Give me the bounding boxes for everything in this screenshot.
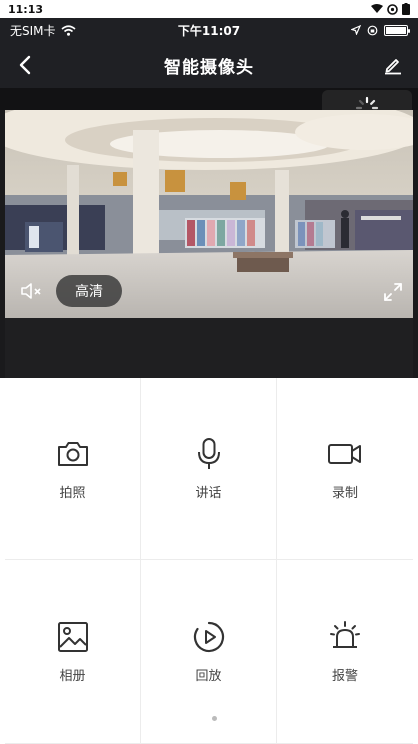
system-time: 11:13 (8, 2, 44, 16)
action-label: 报警 (331, 669, 358, 684)
microphone-icon (191, 436, 227, 472)
action-playback[interactable]: 回放 (141, 560, 277, 744)
mute-button[interactable] (14, 275, 50, 307)
speaker-muted-icon (21, 283, 41, 299)
wifi-icon (371, 4, 383, 13)
fullscreen-button[interactable] (378, 277, 408, 307)
edit-icon (385, 59, 401, 75)
quality-toggle-button[interactable]: 高清 (56, 275, 122, 307)
action-talk[interactable]: 讲话 (141, 378, 277, 560)
action-label: 录制 (331, 486, 358, 501)
back-button[interactable] (10, 50, 40, 80)
status-bar: 无SIM卡 下午11:07 (0, 18, 418, 42)
battery-icon (384, 24, 410, 36)
system-indicators (371, 3, 410, 15)
battery-icon (402, 3, 410, 15)
chevron-left-icon (19, 55, 31, 75)
action-grid: 拍照 讲话 录制 相册 回放 报警 (5, 378, 413, 744)
album-icon (55, 619, 91, 655)
status-indicators (351, 24, 410, 36)
action-label: 回放 (195, 669, 222, 684)
carrier-label: 无SIM卡 (10, 23, 56, 38)
action-alarm[interactable]: 报警 (277, 560, 413, 744)
action-label: 相册 (59, 669, 86, 684)
action-record[interactable]: 录制 (277, 378, 413, 560)
action-label: 讲话 (195, 486, 222, 501)
video-bottom-band (5, 318, 413, 378)
navigation-bar: 智能摄像头 (0, 42, 418, 88)
carrier-group: 无SIM卡 (10, 22, 76, 39)
video-record-icon (327, 436, 363, 472)
action-label: 拍照 (59, 486, 86, 501)
video-player: 高清 (0, 88, 418, 378)
edit-button[interactable] (378, 50, 408, 80)
page-indicator-dot (212, 716, 217, 721)
wifi-icon (60, 24, 76, 36)
action-album[interactable]: 相册 (5, 560, 141, 744)
system-status-bar: 11:13 (0, 0, 418, 18)
expand-icon (384, 283, 402, 301)
location-icon (351, 25, 361, 35)
playback-icon (191, 619, 227, 655)
page-title: 智能摄像头 (164, 57, 254, 78)
network-icon (387, 3, 398, 15)
camera-icon (55, 436, 91, 472)
orientation-lock-icon (367, 25, 378, 35)
alarm-icon (327, 619, 363, 655)
action-photo[interactable]: 拍照 (5, 378, 141, 560)
